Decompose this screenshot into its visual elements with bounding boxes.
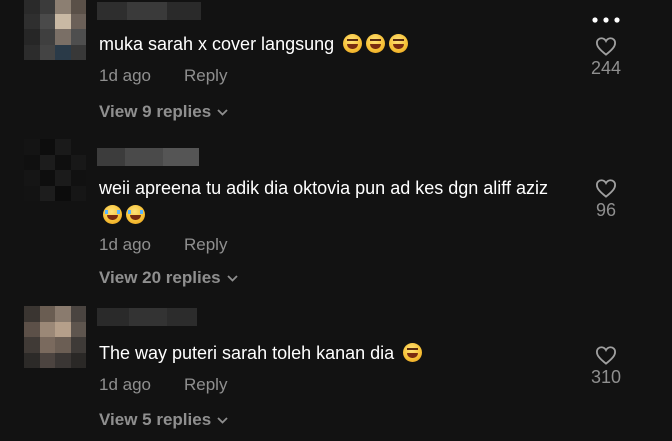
comment-text-content: The way puteri sarah toleh kanan dia [99,343,395,363]
view-replies-button[interactable]: View 9 replies [99,101,228,122]
rolling-on-floor-laughing-icon [389,34,409,53]
view-replies-button[interactable]: View 20 replies [99,267,238,288]
timestamp: 1d ago [99,375,151,394]
comment-item: muka sarah x cover langsung 1d ago Reply… [0,0,672,135]
rolling-on-floor-laughing-icon [366,34,386,53]
rolling-on-floor-laughing-icon [343,34,363,53]
loudly-crying-icon [103,205,122,224]
view-replies-label: View 5 replies [99,410,212,429]
like-count: 244 [590,58,622,78]
chevron-down-icon [217,101,228,121]
heart-outline-icon [595,179,617,198]
username[interactable] [97,308,197,326]
like-button[interactable]: 244 [586,36,626,79]
loudly-crying-icon [126,205,145,224]
like-count: 96 [595,200,617,220]
view-replies-label: View 9 replies [99,102,212,121]
username[interactable] [97,2,201,20]
timestamp: 1d ago [99,235,151,254]
reply-button[interactable]: Reply [184,235,227,255]
view-replies-button[interactable]: View 5 replies [99,409,228,430]
reply-button[interactable]: Reply [184,66,227,86]
avatar[interactable] [24,139,86,201]
view-replies-label: View 20 replies [99,268,221,287]
comment-text-content: muka sarah x cover langsung [99,34,335,54]
comment-text-content: weii apreena tu adik dia oktovia pun ad … [99,178,548,198]
chevron-down-icon [217,409,228,429]
comment-text: muka sarah x cover langsung [99,31,569,58]
comment-item: The way puteri sarah toleh kanan dia 1d … [0,295,672,441]
username[interactable] [97,148,199,166]
like-button[interactable]: 96 [586,178,626,221]
like-count: 310 [590,367,622,387]
like-button[interactable]: 310 [586,345,626,388]
comment-item: weii apreena tu adik dia oktovia pun ad … [0,135,672,295]
avatar[interactable] [24,306,86,368]
comment-meta: 1d ago Reply [99,375,227,395]
comment-meta: 1d ago Reply [99,66,227,86]
heart-outline-icon [595,37,617,56]
avatar[interactable] [24,0,86,60]
timestamp: 1d ago [99,66,151,85]
comment-text: The way puteri sarah toleh kanan dia [99,340,569,367]
comment-meta: 1d ago Reply [99,235,227,255]
comment-text: weii apreena tu adik dia oktovia pun ad … [99,175,569,229]
grinning-squinting-icon [403,343,423,362]
chevron-down-icon [226,267,238,287]
reply-button[interactable]: Reply [184,375,227,395]
heart-outline-icon [595,346,617,365]
